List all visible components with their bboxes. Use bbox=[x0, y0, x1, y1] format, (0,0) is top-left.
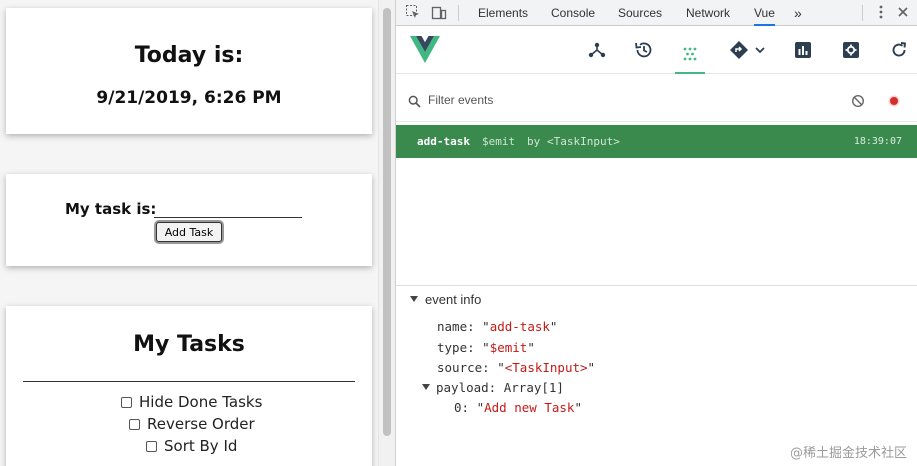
prop-name-key: name: bbox=[437, 319, 475, 334]
expand-triangle-icon bbox=[422, 384, 430, 390]
history-icon[interactable] bbox=[629, 35, 659, 65]
filter-events-input[interactable] bbox=[428, 90, 808, 110]
prop-payload-item: 0: "Add new Task" bbox=[454, 400, 582, 415]
close-icon[interactable] bbox=[894, 4, 912, 22]
sort-by-id-checkbox[interactable] bbox=[146, 440, 157, 452]
event-type: $emit bbox=[482, 135, 516, 148]
task-input-card: My task is: Add Task bbox=[6, 174, 372, 266]
prop-type: type: "$emit" bbox=[437, 340, 535, 355]
app-pane: Today is: 9/21/2019, 6:26 PM My task is:… bbox=[0, 0, 378, 466]
date-card: Today is: 9/21/2019, 6:26 PM bbox=[6, 8, 372, 134]
settings-icon[interactable] bbox=[836, 35, 866, 65]
components-icon[interactable] bbox=[582, 35, 612, 65]
prop-source-key: source: bbox=[437, 360, 490, 375]
routing-icon[interactable] bbox=[726, 35, 770, 65]
add-task-button[interactable]: Add Task bbox=[156, 222, 222, 242]
tab-elements[interactable]: Elements bbox=[478, 0, 528, 26]
filter-bar bbox=[396, 78, 917, 122]
hide-done-label: Hide Done Tasks bbox=[139, 393, 263, 411]
sort-by-id-option[interactable]: Sort By Id bbox=[146, 437, 237, 455]
devtools-tabbar: Elements Console Sources Network Vue » bbox=[396, 0, 917, 26]
today-title: Today is: bbox=[134, 43, 244, 68]
current-date: 9/21/2019, 6:26 PM bbox=[96, 88, 282, 108]
tab-network[interactable]: Network bbox=[686, 0, 730, 26]
tab-sources[interactable]: Sources bbox=[618, 0, 662, 26]
task-label: My task is: bbox=[65, 200, 157, 218]
screen: Today is: 9/21/2019, 6:26 PM My task is:… bbox=[0, 0, 917, 466]
expand-triangle-icon bbox=[410, 296, 418, 302]
reverse-order-label: Reverse Order bbox=[147, 415, 255, 433]
event-info-toggle[interactable]: event info bbox=[410, 292, 481, 307]
reverse-order-option[interactable]: Reverse Order bbox=[129, 415, 255, 433]
event-info-heading: event info bbox=[425, 292, 482, 307]
tab-vue[interactable]: Vue bbox=[754, 0, 775, 26]
task-input[interactable] bbox=[154, 200, 302, 218]
refresh-icon[interactable] bbox=[884, 35, 914, 65]
device-toggle-icon[interactable] bbox=[430, 4, 448, 22]
tabbar-separator bbox=[458, 5, 459, 21]
prop-item-value: Add new Task bbox=[484, 400, 575, 415]
tab-console[interactable]: Console bbox=[551, 0, 595, 26]
event-source: <TaskInput> bbox=[547, 135, 620, 148]
performance-icon[interactable] bbox=[788, 35, 818, 65]
event-time: 18:39:07 bbox=[853, 136, 902, 147]
divider bbox=[396, 285, 917, 286]
hide-done-checkbox[interactable] bbox=[121, 396, 132, 408]
hide-done-option[interactable]: Hide Done Tasks bbox=[121, 393, 262, 411]
prop-payload-value: Array[1] bbox=[503, 380, 564, 395]
tabbar-separator bbox=[862, 5, 863, 21]
inspect-element-icon[interactable] bbox=[404, 4, 422, 22]
more-tabs-button[interactable]: » bbox=[794, 0, 802, 26]
devtools-panel: Elements Console Sources Network Vue » F… bbox=[395, 0, 917, 466]
vue-logo-icon bbox=[410, 36, 440, 68]
prop-name-value: add-task bbox=[489, 319, 550, 334]
scrollbar-thumb[interactable] bbox=[383, 8, 391, 436]
prop-source-value: <TaskInput> bbox=[504, 360, 588, 375]
prop-source: source: "<TaskInput>" bbox=[437, 360, 596, 375]
prop-item-key: 0: bbox=[454, 400, 470, 415]
tasks-title: My Tasks bbox=[133, 332, 245, 357]
divider bbox=[23, 381, 355, 382]
tasks-card: My Tasks Hide Done Tasks Reverse Order S… bbox=[6, 306, 372, 466]
events-icon[interactable] bbox=[675, 35, 705, 74]
watermark: @稀土掘金技术社区 bbox=[789, 446, 907, 461]
prop-type-value: $emit bbox=[489, 340, 528, 355]
event-name: add-task bbox=[417, 135, 470, 148]
record-icon[interactable] bbox=[887, 93, 901, 112]
vue-toolbar bbox=[396, 27, 917, 74]
event-row[interactable]: add-task $emit by <TaskInput> 18:39:07 bbox=[396, 125, 917, 158]
search-icon bbox=[408, 93, 421, 112]
prop-payload-key: payload: bbox=[436, 380, 497, 395]
prop-name: name: "add-task" bbox=[437, 319, 558, 334]
reverse-order-checkbox[interactable] bbox=[129, 418, 140, 430]
event-by: by bbox=[527, 135, 541, 148]
prop-payload[interactable]: payload: Array[1] bbox=[422, 380, 564, 395]
clear-events-icon[interactable] bbox=[851, 93, 865, 112]
kebab-menu-icon[interactable] bbox=[872, 4, 890, 22]
sort-by-id-label: Sort By Id bbox=[164, 437, 238, 455]
prop-type-key: type: bbox=[437, 340, 475, 355]
